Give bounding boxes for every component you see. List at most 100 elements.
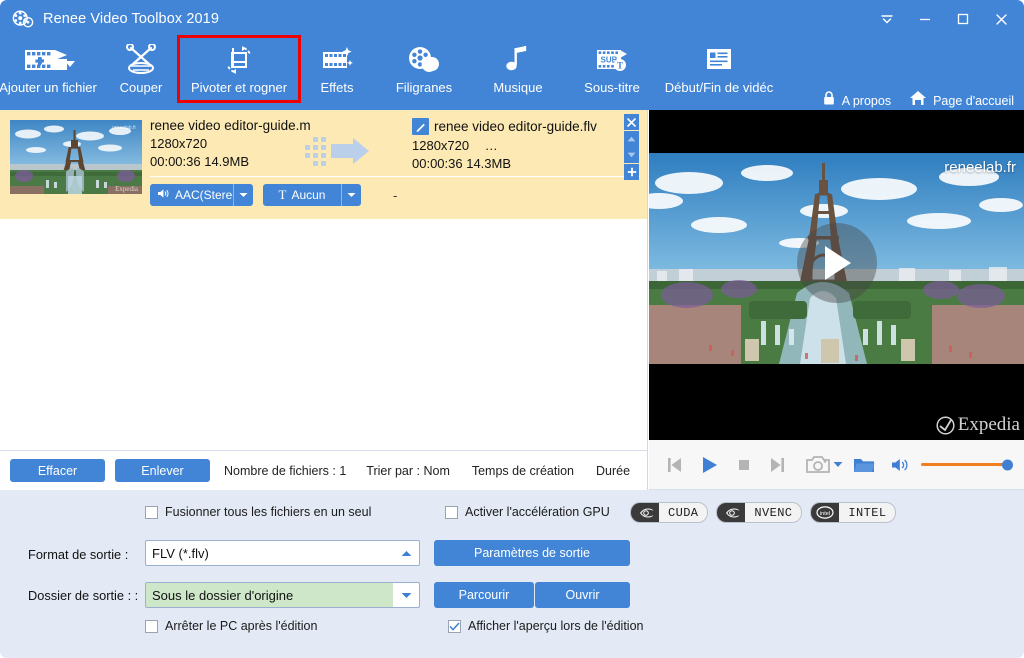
title-bar: Renee Video Toolbox 2019: [0, 0, 1024, 38]
chevron-down-icon[interactable]: [393, 592, 419, 599]
output-file-header: renee video editor-guide.flv: [412, 118, 597, 135]
svg-text:Expedia: Expedia: [115, 185, 139, 193]
sort-duration[interactable]: Durée: [596, 464, 630, 478]
collapse-ribbon-button[interactable]: [868, 4, 906, 34]
remove-file-button[interactable]: [624, 114, 639, 130]
toolbar-item-music[interactable]: Musique: [472, 38, 564, 100]
source-file-info: renee video editor-guide.m 1280x720 00:0…: [150, 118, 311, 169]
toolbar-item-intro-outro[interactable]: Début/Fin de vidéc: [660, 38, 778, 100]
scissors-icon: [123, 43, 159, 77]
shutdown-pc-label: Arrêter le PC après l'édition: [165, 619, 317, 633]
chevron-up-icon[interactable]: [393, 550, 419, 557]
table-row[interactable]: reneelab.fr Expedia renee video editor-g…: [0, 110, 647, 219]
gpu-chip-cuda[interactable]: CUDA: [630, 502, 708, 523]
move-up-button[interactable]: [624, 131, 639, 147]
file-count-label: Nombre de fichiers : 1: [224, 464, 346, 478]
gpu-chip-intel-label: INTEL: [839, 503, 895, 522]
gpu-accel-checkbox[interactable]: Activer l'accélération GPU: [445, 505, 610, 519]
gpu-chip-nvenc-label: NVENC: [745, 503, 801, 522]
intro-outro-icon: [703, 43, 735, 77]
pencil-icon[interactable]: [412, 118, 429, 135]
homepage-label: Page d'accueil: [933, 94, 1014, 108]
output-resolution: 1280x720 …: [412, 138, 597, 153]
list-toolbar: Effacer Enlever Nombre de fichiers : 1 T…: [0, 450, 648, 490]
show-preview-label: Afficher l'aperçu lors de l'édition: [468, 619, 643, 633]
checkbox-box: [145, 506, 158, 519]
stop-button[interactable]: [737, 458, 751, 472]
output-folder-select[interactable]: Sous le dossier d'origine: [145, 582, 420, 608]
toolbar-item-add-file-label: Ajouter un fichier: [0, 80, 97, 95]
gpu-chip-intel[interactable]: intel INTEL: [810, 502, 896, 523]
toolbar-items: Ajouter un fichier Couper: [0, 38, 778, 110]
volume-slider-knob[interactable]: [1002, 459, 1013, 470]
file-list-panel: reneelab.fr Expedia renee video editor-g…: [0, 110, 648, 450]
chevron-down-icon[interactable]: [233, 184, 253, 206]
camera-icon[interactable]: [806, 455, 830, 474]
output-format-select[interactable]: FLV (*.flv): [145, 540, 420, 566]
source-file-name: renee video editor-guide.m: [150, 118, 311, 133]
chevron-down-icon[interactable]: [341, 184, 361, 206]
source-resolution: 1280x720: [150, 136, 311, 151]
speaker-icon: [157, 188, 170, 202]
video-preview[interactable]: reneelab.fr Expedia: [649, 110, 1024, 440]
minimize-button[interactable]: [906, 4, 944, 34]
window-controls: [868, 0, 1020, 38]
output-file-info: renee video editor-guide.flv 1280x720 … …: [412, 118, 597, 171]
snapshot-dropdown[interactable]: [833, 461, 843, 468]
nvidia-icon: [631, 503, 659, 522]
preview-site-watermark: reneelab.fr: [944, 159, 1016, 176]
audio-track-selector[interactable]: AAC(Stereo 4: [150, 184, 253, 206]
eiffel-tower-thumbnail: reneelab.fr Expedia: [10, 120, 142, 194]
toolbar-item-add-file[interactable]: Ajouter un fichier: [0, 38, 102, 100]
clear-button[interactable]: Effacer: [10, 459, 105, 482]
merge-files-checkbox[interactable]: Fusionner tous les fichiers en un seul: [145, 505, 371, 519]
svg-text:reneelab.fr: reneelab.fr: [112, 125, 136, 131]
remove-button[interactable]: Enlever: [115, 459, 210, 482]
sort-by-label[interactable]: Trier par : Nom: [366, 464, 450, 478]
sort-creation-time[interactable]: Temps de création: [472, 464, 574, 478]
speaker-icon[interactable]: [891, 457, 910, 473]
homepage-button[interactable]: Page d'accueil: [909, 90, 1014, 111]
svg-text:T: T: [617, 61, 623, 71]
toolbar-item-cut-label: Couper: [120, 80, 163, 95]
add-file-icon: [21, 43, 75, 77]
previous-button[interactable]: [666, 456, 683, 474]
output-folder-value: Sous le dossier d'origine: [146, 583, 393, 607]
toolbar-item-cut[interactable]: Couper: [102, 38, 180, 100]
settings-panel: Fusionner tous les fichiers en un seul A…: [0, 490, 1024, 658]
output-resolution-more[interactable]: …: [485, 138, 498, 153]
next-button[interactable]: [769, 456, 786, 474]
play-overlay-icon[interactable]: [797, 223, 877, 303]
open-button[interactable]: Ouvrir: [535, 582, 630, 608]
volume-slider[interactable]: [921, 463, 1009, 466]
toolbar-item-watermark-label: Filigranes: [396, 80, 452, 95]
maximize-button[interactable]: [944, 4, 982, 34]
intel-icon: intel: [811, 503, 839, 522]
gpu-chip-cuda-label: CUDA: [659, 503, 707, 522]
film-reel-icon: [12, 8, 34, 30]
about-label: A propos: [842, 94, 891, 108]
close-button[interactable]: [982, 4, 1020, 34]
toolbar-item-subtitle-label: Sous-titre: [584, 80, 640, 95]
toolbar-item-watermark[interactable]: Filigranes: [376, 38, 472, 100]
browse-button[interactable]: Parcourir: [434, 582, 534, 608]
about-button[interactable]: A propos: [822, 90, 891, 111]
shutdown-pc-checkbox[interactable]: Arrêter le PC après l'édition: [145, 619, 317, 633]
toolbar-item-rotate-crop[interactable]: Pivoter et rogner: [180, 38, 298, 100]
add-file-button[interactable]: [624, 164, 639, 180]
play-button[interactable]: [700, 455, 719, 475]
svg-text:intel: intel: [820, 511, 830, 517]
gpu-chip-nvenc[interactable]: NVENC: [716, 502, 802, 523]
toolbar-item-effects[interactable]: Effets: [298, 38, 376, 100]
folder-icon[interactable]: [853, 456, 875, 474]
output-settings-button[interactable]: Paramètres de sortie: [434, 540, 630, 566]
expedia-watermark-label: Expedia: [958, 414, 1020, 436]
show-preview-checkbox[interactable]: Afficher l'aperçu lors de l'édition: [448, 619, 643, 633]
gpu-accel-label: Activer l'accélération GPU: [465, 505, 610, 519]
subtitle-label: Aucun: [291, 188, 325, 202]
nvidia-icon: [717, 503, 745, 522]
row-chips: AAC(Stereo 4 T Aucun -: [150, 184, 397, 206]
toolbar-item-subtitle[interactable]: SUB T Sous-titre: [564, 38, 660, 100]
subtitle-selector[interactable]: T Aucun: [263, 184, 361, 206]
move-down-button[interactable]: [624, 147, 639, 163]
